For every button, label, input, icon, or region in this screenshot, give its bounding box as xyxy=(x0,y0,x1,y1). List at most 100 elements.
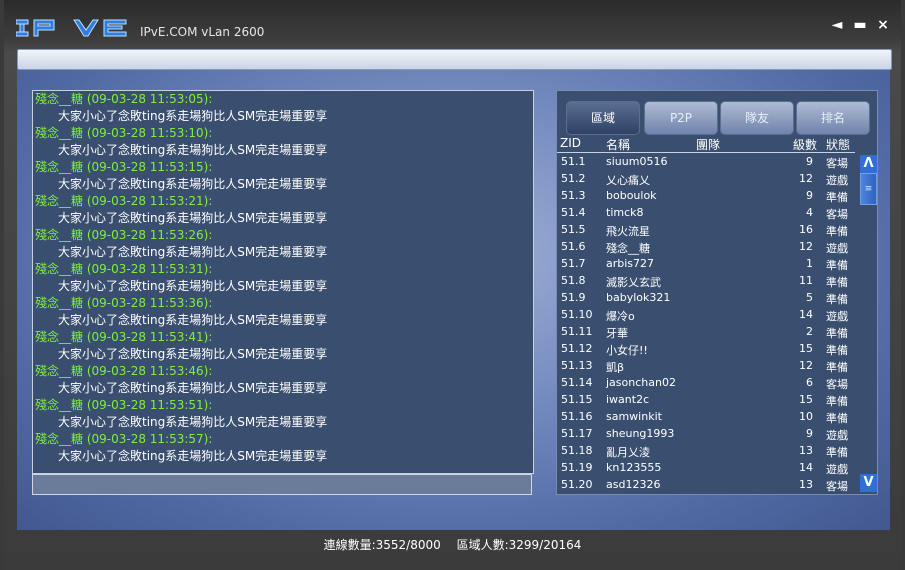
player-zid: 51.20 xyxy=(561,478,593,491)
ipve-logo xyxy=(16,19,127,37)
chat-message-text: 大家小心了念敗ting系走場狗比人SM完走場重要享 xyxy=(58,143,328,157)
tab-teammates[interactable]: 隊友 xyxy=(720,101,794,135)
player-status: 客場 xyxy=(826,208,848,221)
chat-message-header: 殘念__糖 (09-03-28 11:53:15): xyxy=(35,160,213,174)
tab-region[interactable]: 區域 xyxy=(566,101,640,135)
player-status: 遊戲 xyxy=(826,429,848,442)
header-clan[interactable]: 團隊 xyxy=(696,136,720,153)
player-row[interactable]: 51.15 iwant2c 15 準備 xyxy=(557,391,857,408)
chat-message-text: 大家小心了念敗ting系走場狗比人SM完走場重要享 xyxy=(58,381,328,395)
player-name: iwant2c xyxy=(606,393,650,406)
player-level: 5 xyxy=(806,291,813,304)
player-name: 飛火流星 xyxy=(606,225,650,238)
player-status: 準備 xyxy=(826,395,848,408)
scroll-thumb[interactable]: ≡ xyxy=(860,173,877,205)
player-row[interactable]: 51.1 siuum0516 9 客場 xyxy=(557,153,857,170)
window-title: IPvE.COM vLan 2600 xyxy=(140,25,265,39)
player-name: siuum0516 xyxy=(606,155,668,168)
player-level: 16 xyxy=(799,223,813,236)
player-level: 9 xyxy=(806,427,813,440)
player-zid: 51.11 xyxy=(561,325,593,338)
player-row[interactable]: 51.17 sheung1993 9 遊戲 xyxy=(557,425,857,442)
list-scrollbar[interactable]: Λ ≡ V xyxy=(859,153,877,493)
player-level: 14 xyxy=(799,461,813,474)
player-status: 準備 xyxy=(826,276,848,289)
player-row[interactable]: 51.14 jasonchan02 6 客場 xyxy=(557,374,857,391)
player-level: 2 xyxy=(806,325,813,338)
player-row[interactable]: 51.10 爆冷o 14 遊戲 xyxy=(557,306,857,323)
player-level: 12 xyxy=(799,172,813,185)
connection-count: 連線數量:3552/8000 xyxy=(323,538,441,552)
player-status: 遊戲 xyxy=(826,463,848,476)
player-level: 9 xyxy=(806,155,813,168)
player-zid: 51.16 xyxy=(561,410,593,423)
header-level[interactable]: 級數 xyxy=(793,136,817,153)
player-name: arbis727 xyxy=(606,257,655,270)
list-header: ZID 名稱 團隊 級數 狀態 xyxy=(557,135,855,153)
minimize-button[interactable]: ▬ xyxy=(852,17,868,33)
app-window: IPvE.COM vLan 2600 ◄ ▬ × 殘念__糖 (09-03-28… xyxy=(4,0,901,570)
back-button[interactable]: ◄ xyxy=(829,17,845,33)
chat-message-header: 殘念__糖 (09-03-28 11:53:51): xyxy=(35,398,213,412)
chat-message-header: 殘念__糖 (09-03-28 11:53:05): xyxy=(35,92,213,106)
header-zid[interactable]: ZID xyxy=(560,136,581,150)
player-zid: 51.19 xyxy=(561,461,593,474)
player-name: 小女仔!! xyxy=(606,344,648,357)
player-zid: 51.6 xyxy=(561,240,586,253)
region-user-count: 區域人數:3299/20164 xyxy=(456,538,582,552)
scroll-down-button[interactable]: V xyxy=(860,474,877,492)
player-row[interactable]: 51.8 滅影乂玄武 11 準備 xyxy=(557,272,857,289)
tab-ranking[interactable]: 排名 xyxy=(796,101,870,135)
player-status: 客場 xyxy=(826,378,848,391)
player-zid: 51.17 xyxy=(561,427,593,440)
player-status: 準備 xyxy=(826,361,848,374)
player-name: samwinkit xyxy=(606,410,662,423)
player-row[interactable]: 51.3 boboulok 9 準備 xyxy=(557,187,857,204)
chat-log[interactable]: 殘念__糖 (09-03-28 11:53:05): 大家小心了念敗ting系走場… xyxy=(32,90,534,474)
player-status: 準備 xyxy=(826,327,848,340)
player-zid: 51.8 xyxy=(561,274,586,287)
header-name[interactable]: 名稱 xyxy=(606,136,630,153)
scroll-up-button[interactable]: Λ xyxy=(860,155,877,173)
player-row[interactable]: 51.9 babylok321 5 準備 xyxy=(557,289,857,306)
player-row[interactable]: 51.19 kn123555 14 遊戲 xyxy=(557,459,857,476)
player-name: 凱β xyxy=(606,361,625,374)
player-zid: 51.2 xyxy=(561,172,586,185)
player-name: jasonchan02 xyxy=(606,376,676,389)
player-zid: 51.18 xyxy=(561,444,593,457)
player-level: 13 xyxy=(799,478,813,491)
player-level: 12 xyxy=(799,240,813,253)
player-row[interactable]: 51.7 arbis727 1 準備 xyxy=(557,255,857,272)
player-status: 準備 xyxy=(826,191,848,204)
player-zid: 51.14 xyxy=(561,376,593,389)
player-status: 遊戲 xyxy=(826,242,848,255)
player-row[interactable]: 51.6 殘念__糖 12 遊戲 xyxy=(557,238,857,255)
player-row[interactable]: 51.4 timck8 4 客場 xyxy=(557,204,857,221)
player-row[interactable]: 51.20 asd12326 13 客場 xyxy=(557,476,857,493)
header-status[interactable]: 狀態 xyxy=(826,136,850,153)
chat-message-header: 殘念__糖 (09-03-28 11:53:36): xyxy=(35,296,213,310)
player-status: 遊戲 xyxy=(826,174,848,187)
player-name: 牙華 xyxy=(606,327,628,340)
player-row[interactable]: 51.13 凱β 12 準備 xyxy=(557,357,857,374)
chat-message-header: 殘念__糖 (09-03-28 11:53:57): xyxy=(35,432,213,446)
chat-message-header: 殘念__糖 (09-03-28 11:53:21): xyxy=(35,194,213,208)
player-name: kn123555 xyxy=(606,461,662,474)
chat-message-text: 大家小心了念敗ting系走場狗比人SM完走場重要享 xyxy=(58,109,328,123)
player-row[interactable]: 51.16 samwinkit 10 準備 xyxy=(557,408,857,425)
player-row[interactable]: 51.18 亂月乂淩 13 準備 xyxy=(557,442,857,459)
chat-message-text: 大家小心了念敗ting系走場狗比人SM完走場重要享 xyxy=(58,211,328,225)
player-status: 準備 xyxy=(826,344,848,357)
player-row[interactable]: 51.2 乂心痛乂 12 遊戲 xyxy=(557,170,857,187)
chat-input[interactable] xyxy=(32,474,532,495)
player-name: sheung1993 xyxy=(606,427,675,440)
player-level: 4 xyxy=(806,206,813,219)
player-level: 1 xyxy=(806,257,813,270)
tab-p2p[interactable]: P2P xyxy=(644,101,718,135)
close-button[interactable]: × xyxy=(875,17,891,33)
player-row[interactable]: 51.11 牙華 2 準備 xyxy=(557,323,857,340)
player-row[interactable]: 51.12 小女仔!! 15 準備 xyxy=(557,340,857,357)
player-row[interactable]: 51.5 飛火流星 16 準備 xyxy=(557,221,857,238)
player-zid: 51.12 xyxy=(561,342,593,355)
chat-message-text: 大家小心了念敗ting系走場狗比人SM完走場重要享 xyxy=(58,279,328,293)
